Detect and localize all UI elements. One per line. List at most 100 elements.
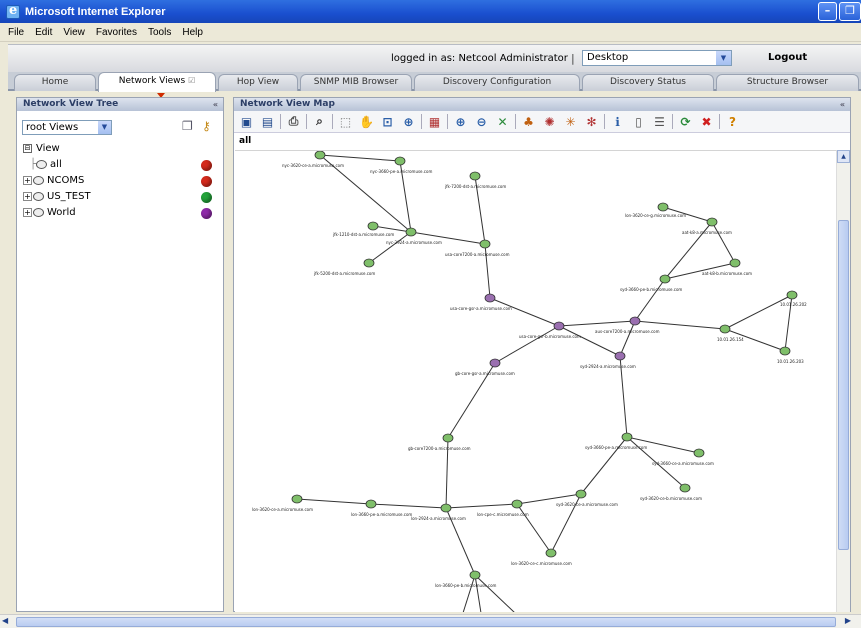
menu-edit[interactable]: Edit bbox=[35, 27, 52, 38]
zoom-in-icon[interactable]: ⊕ bbox=[452, 113, 469, 130]
circular-layout-icon[interactable]: ✺ bbox=[541, 113, 558, 130]
network-link[interactable] bbox=[711, 221, 736, 264]
pan-icon[interactable]: ✋ bbox=[358, 113, 375, 130]
device-icon[interactable]: ▯ bbox=[630, 113, 647, 130]
router-green-icon[interactable] bbox=[706, 217, 718, 227]
network-node[interactable]: lon-3620-ce-g.micromuse.com bbox=[625, 202, 686, 218]
network-link[interactable] bbox=[474, 574, 482, 612]
network-node[interactable]: nyc-2924-a.micromuse.com bbox=[386, 227, 442, 245]
menu-file[interactable]: File bbox=[8, 27, 24, 38]
router-green-icon[interactable] bbox=[679, 483, 691, 493]
router-green-icon[interactable] bbox=[440, 503, 452, 513]
minimize-icon[interactable]: – bbox=[818, 2, 837, 21]
key-icon[interactable]: ⚷ bbox=[202, 119, 218, 135]
router-green-icon[interactable] bbox=[394, 156, 406, 166]
router-green-icon[interactable] bbox=[786, 290, 798, 300]
zoom-out-icon[interactable]: ⊖ bbox=[473, 113, 490, 130]
network-node[interactable]: jfk-5200-dst-a.micromuse.com bbox=[313, 258, 375, 276]
network-node[interactable]: syd-3620-ce-a.micromuse.com bbox=[556, 489, 618, 507]
copy-view-icon[interactable]: ❐ bbox=[182, 119, 198, 135]
router-green-icon[interactable] bbox=[469, 171, 481, 181]
help-icon[interactable]: ? bbox=[724, 113, 741, 130]
scroll-left-icon[interactable]: ◀ bbox=[2, 616, 8, 625]
network-link[interactable] bbox=[724, 294, 793, 330]
properties-icon[interactable]: ☰ bbox=[651, 113, 668, 130]
router-green-icon[interactable] bbox=[314, 151, 326, 160]
restore-icon[interactable]: ❐ bbox=[839, 2, 861, 21]
network-node[interactable]: usa-core-gsr-b.micromuse.com bbox=[519, 321, 581, 339]
router-purple-icon[interactable] bbox=[484, 293, 496, 303]
network-node[interactable]: syd-3660-ce-a.micromuse.com bbox=[652, 448, 714, 466]
chevron-down-icon[interactable]: ▼ bbox=[716, 51, 731, 65]
expand-icon[interactable]: + bbox=[23, 175, 32, 185]
router-green-icon[interactable] bbox=[363, 258, 375, 268]
tab-network-views[interactable]: Network Views ☑ bbox=[98, 72, 216, 98]
expand-icon[interactable]: + bbox=[23, 207, 32, 217]
router-green-icon[interactable] bbox=[442, 433, 454, 443]
network-node[interactable]: syd-2924-a.micromuse.com bbox=[580, 351, 636, 369]
network-link[interactable] bbox=[462, 574, 476, 612]
router-green-icon[interactable] bbox=[657, 202, 669, 212]
network-link[interactable] bbox=[319, 154, 401, 162]
network-topology-graph[interactable]: nyc-3620-ce-a.micromuse.com nyc-3660-pe-a… bbox=[235, 151, 836, 612]
router-green-icon[interactable] bbox=[479, 239, 491, 249]
router-green-icon[interactable] bbox=[365, 499, 377, 509]
menu-tools[interactable]: Tools bbox=[148, 27, 171, 38]
network-node[interactable]: 10.01.26.203 bbox=[777, 346, 804, 364]
network-node[interactable]: syd-3660-pe-a.micromuse.com bbox=[585, 432, 647, 450]
network-node[interactable]: syd-3620-ce-b.micromuse.com bbox=[640, 483, 702, 501]
tab-discovery-configuration[interactable]: Discovery Configuration bbox=[414, 74, 580, 91]
network-link[interactable] bbox=[619, 320, 636, 357]
print-icon[interactable]: ⎙ bbox=[285, 113, 302, 130]
network-link[interactable] bbox=[296, 498, 372, 505]
network-node[interactable]: lon-cpe-c.micromuse.com bbox=[477, 499, 529, 517]
collapse-icon[interactable]: « bbox=[840, 98, 845, 111]
save-as-icon[interactable]: ▤ bbox=[259, 113, 276, 130]
expand-icon[interactable]: + bbox=[23, 191, 32, 201]
tab-discovery-status[interactable]: Discovery Status bbox=[582, 74, 714, 91]
refresh-icon[interactable]: ⟳ bbox=[677, 113, 694, 130]
network-link[interactable] bbox=[445, 503, 518, 509]
network-node[interactable]: aat-k8-a.micromuse.com bbox=[682, 217, 732, 235]
network-node[interactable]: usa-core-gsr-a.micromuse.com bbox=[450, 293, 512, 311]
scroll-up-icon[interactable]: ▲ bbox=[837, 150, 850, 163]
network-node[interactable]: aat-k8-b.micromuse.com bbox=[702, 258, 752, 276]
menu-view[interactable]: View bbox=[63, 27, 85, 38]
tree-item-view[interactable]: ⊟ View bbox=[23, 141, 218, 157]
router-green-icon[interactable] bbox=[575, 489, 587, 499]
router-green-icon[interactable] bbox=[291, 494, 303, 504]
network-node[interactable]: lon-3660-pe-a.micromuse.com bbox=[351, 499, 412, 517]
network-link[interactable] bbox=[489, 297, 560, 327]
network-link[interactable] bbox=[494, 325, 560, 364]
root-views-select[interactable]: root Views ▼ bbox=[22, 120, 112, 135]
network-node[interactable]: jfk-1210-dst-a.micromuse.com bbox=[332, 221, 394, 237]
network-link[interactable] bbox=[558, 320, 636, 327]
reset-zoom-icon[interactable]: ✕ bbox=[494, 113, 511, 130]
network-node[interactable]: 10.01.26.154 bbox=[717, 324, 744, 342]
scroll-thumb[interactable] bbox=[838, 220, 849, 550]
tab-structure-browser[interactable]: Structure Browser bbox=[716, 74, 859, 91]
menu-favorites[interactable]: Favorites bbox=[96, 27, 137, 38]
collapse-icon[interactable]: « bbox=[213, 98, 218, 111]
network-link[interactable] bbox=[370, 503, 447, 509]
grid-icon[interactable]: ▦ bbox=[426, 113, 443, 130]
network-node[interactable]: lon-3660-pe-b.micromuse.com bbox=[435, 570, 497, 588]
zoom-fit-icon[interactable]: ⊕ bbox=[400, 113, 417, 130]
tree-item-world[interactable]: + World bbox=[23, 205, 218, 221]
select-icon[interactable]: ⬚ bbox=[337, 113, 354, 130]
router-purple-icon[interactable] bbox=[614, 351, 626, 361]
router-purple-icon[interactable] bbox=[553, 321, 565, 331]
tab-snmp-mib-browser[interactable]: SNMP MIB Browser bbox=[300, 74, 412, 91]
tree-item-ncoms[interactable]: + NCOMS bbox=[23, 173, 218, 189]
router-green-icon[interactable] bbox=[693, 448, 705, 458]
router-green-icon[interactable] bbox=[621, 432, 633, 442]
network-link[interactable] bbox=[474, 574, 515, 612]
network-node[interactable]: lon-3620-ce-a.micromuse.com bbox=[252, 494, 313, 512]
router-green-icon[interactable] bbox=[545, 548, 557, 558]
router-purple-icon[interactable] bbox=[629, 316, 641, 326]
network-link[interactable] bbox=[634, 278, 666, 322]
network-link[interactable] bbox=[634, 320, 726, 330]
network-node[interactable]: gb-core7200-a.micromuse.com bbox=[408, 433, 471, 451]
save-icon[interactable]: ▣ bbox=[238, 113, 255, 130]
scroll-right-icon[interactable]: ▶ bbox=[845, 616, 851, 625]
